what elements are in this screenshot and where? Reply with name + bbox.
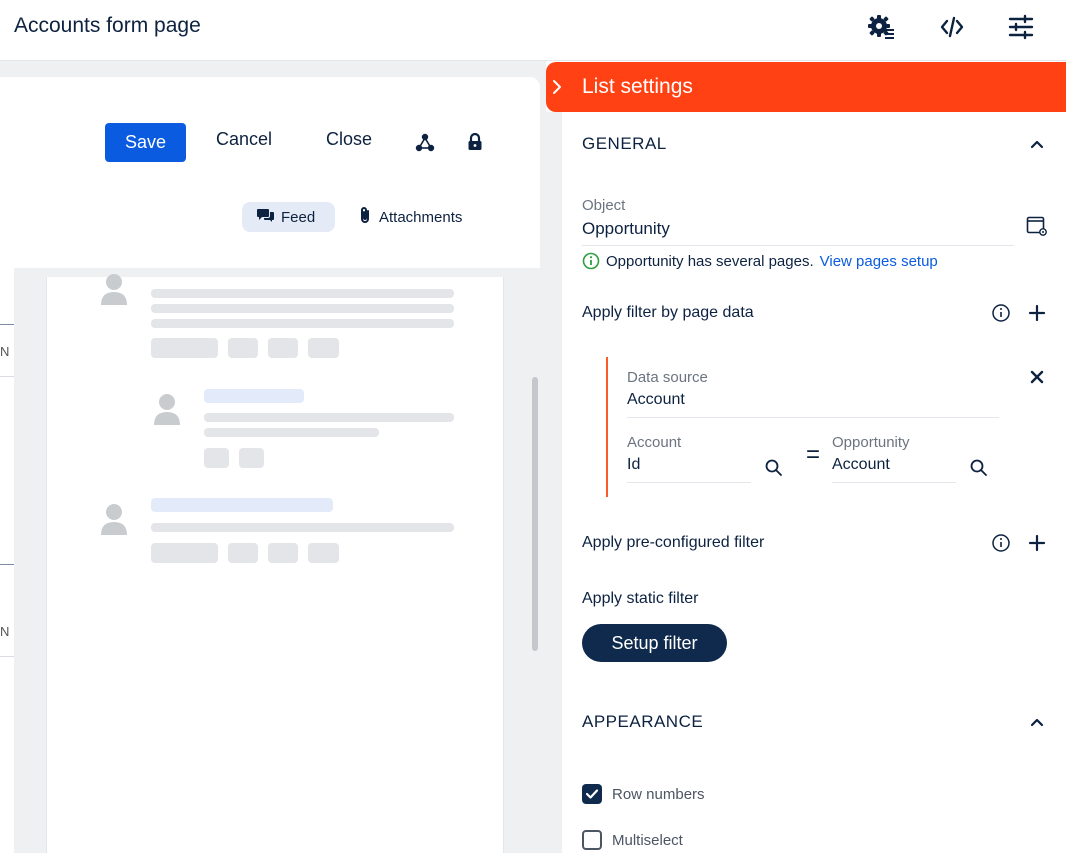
row-numbers-label: Row numbers [612,786,705,803]
paperclip-icon [358,206,372,228]
settings-gear-icon[interactable] [866,12,896,42]
top-bar: Accounts form page [0,0,1066,61]
window-settings-icon[interactable] [1026,216,1048,236]
sliders-icon[interactable] [1006,12,1036,42]
tab-feed-label: Feed [281,208,316,226]
avatar-placeholder-icon [101,504,127,535]
collapsed-left-column: N N [0,268,14,853]
multiselect-checkbox[interactable] [582,830,602,850]
info-icon[interactable] [991,533,1011,553]
tab-attachments-label: Attachments [379,208,463,226]
apply-static-filter-label: Apply static filter [582,590,699,607]
info-circle-icon [582,252,600,270]
avatar-placeholder-icon [101,274,127,305]
appearance-section-title: APPEARANCE [582,712,704,731]
list-settings-title: List settings [582,75,693,98]
data-source-label: Data source [627,369,708,386]
lock-icon[interactable] [464,131,486,153]
general-section-title: GENERAL [582,134,667,153]
row-numbers-checkbox[interactable] [582,784,602,804]
tab-attachments[interactable]: Attachments [358,202,462,232]
right-field-value[interactable]: Account [832,456,890,474]
strip-text: N [0,624,10,639]
setup-filter-button[interactable]: Setup filter [582,624,727,662]
form-canvas: Save Cancel Close Feed Attachments N N [0,61,546,853]
left-field-label: Account [627,434,682,451]
chat-bubbles-icon [257,207,275,227]
object-value[interactable]: Opportunity [582,219,670,239]
chevron-up-icon[interactable] [1029,136,1045,152]
equals-sign: = [806,441,821,468]
save-button[interactable]: Save [105,123,186,162]
add-preconfigured-plus-icon[interactable] [1028,534,1046,552]
add-filter-plus-icon[interactable] [1028,304,1046,322]
chevron-right-icon[interactable] [548,77,568,97]
search-icon[interactable] [969,458,989,478]
left-field-value[interactable]: Id [627,456,640,474]
list-settings-header: List settings [546,62,1066,112]
tab-feed[interactable]: Feed [242,202,335,232]
feed-scrollbar[interactable] [532,377,538,651]
hierarchy-icon[interactable] [414,132,436,154]
cancel-button[interactable]: Cancel [216,129,272,150]
checkmark-icon [585,789,599,799]
page-title: Accounts form page [14,14,201,37]
multiselect-label: Multiselect [612,832,683,849]
code-icon[interactable] [937,12,967,42]
info-icon[interactable] [991,303,1011,323]
close-button[interactable]: Close [326,129,372,150]
multiple-pages-info: Opportunity has several pages. View page… [582,252,938,270]
object-label: Object [582,197,626,214]
view-pages-setup-link[interactable]: View pages setup [820,253,938,270]
chevron-up-icon[interactable] [1029,714,1045,730]
apply-filter-by-page-data-label: Apply filter by page data [582,304,754,321]
strip-text: N [0,344,10,359]
info-text: Opportunity has several pages. [606,252,814,270]
form-header-card: Save Cancel Close Feed Attachments [0,77,540,268]
right-field-label: Opportunity [832,434,910,451]
search-icon[interactable] [764,458,784,478]
data-source-value[interactable]: Account [627,391,685,409]
page-data-filter-card: Data source Account Account Id = Opportu… [606,357,1006,497]
remove-filter-close-icon[interactable] [1030,370,1044,384]
list-settings-panel: List settings GENERAL Object Opportunity… [546,61,1066,853]
feed-skeleton-panel [46,274,504,853]
apply-preconfigured-filter-label: Apply pre-configured filter [582,534,765,551]
avatar-placeholder-icon [154,394,180,425]
